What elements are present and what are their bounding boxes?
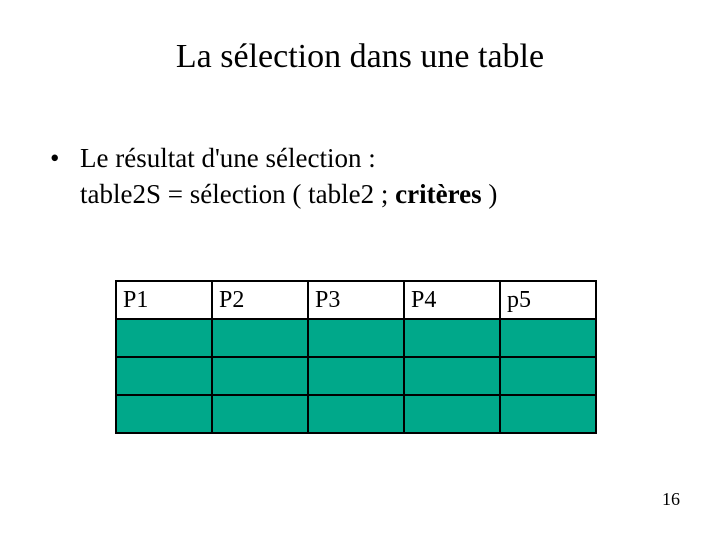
table-cell [116,357,212,395]
table-cell [308,395,404,433]
table-header-row: P1 P2 P3 P4 p5 [116,281,596,319]
table-header-cell: P4 [404,281,500,319]
table-cell [500,395,596,433]
page-number: 16 [662,489,680,510]
body-line-2: table2S = sélection ( table2 ; critères … [80,176,670,212]
table-cell [116,395,212,433]
table-cell [308,357,404,395]
table-cell [404,357,500,395]
table-row [116,319,596,357]
result-table: P1 P2 P3 P4 p5 [115,280,597,434]
table-cell [116,319,212,357]
table-header-cell: P2 [212,281,308,319]
table-cell [212,395,308,433]
line2-part-c: ) [482,179,498,209]
table-header-cell: P3 [308,281,404,319]
slide-body: • Le résultat d'une sélection : table2S … [50,140,670,213]
table-header-cell: P1 [116,281,212,319]
slide-title: La sélection dans une table [0,38,720,76]
table-cell [308,319,404,357]
line2-part-b: critères [395,179,481,209]
table-cell [500,357,596,395]
bullet-item: • Le résultat d'une sélection : [50,140,670,176]
table-cell [212,319,308,357]
slide: La sélection dans une table • Le résulta… [0,0,720,540]
line2-part-a: table2S = sélection ( table2 ; [80,179,395,209]
table-row [116,357,596,395]
bullet-text: Le résultat d'une sélection : [80,140,376,176]
table-header-cell: p5 [500,281,596,319]
table-cell [500,319,596,357]
table-cell [404,395,500,433]
table-cell [212,357,308,395]
table-row [116,395,596,433]
bullet-dot: • [50,140,80,176]
table-cell [404,319,500,357]
